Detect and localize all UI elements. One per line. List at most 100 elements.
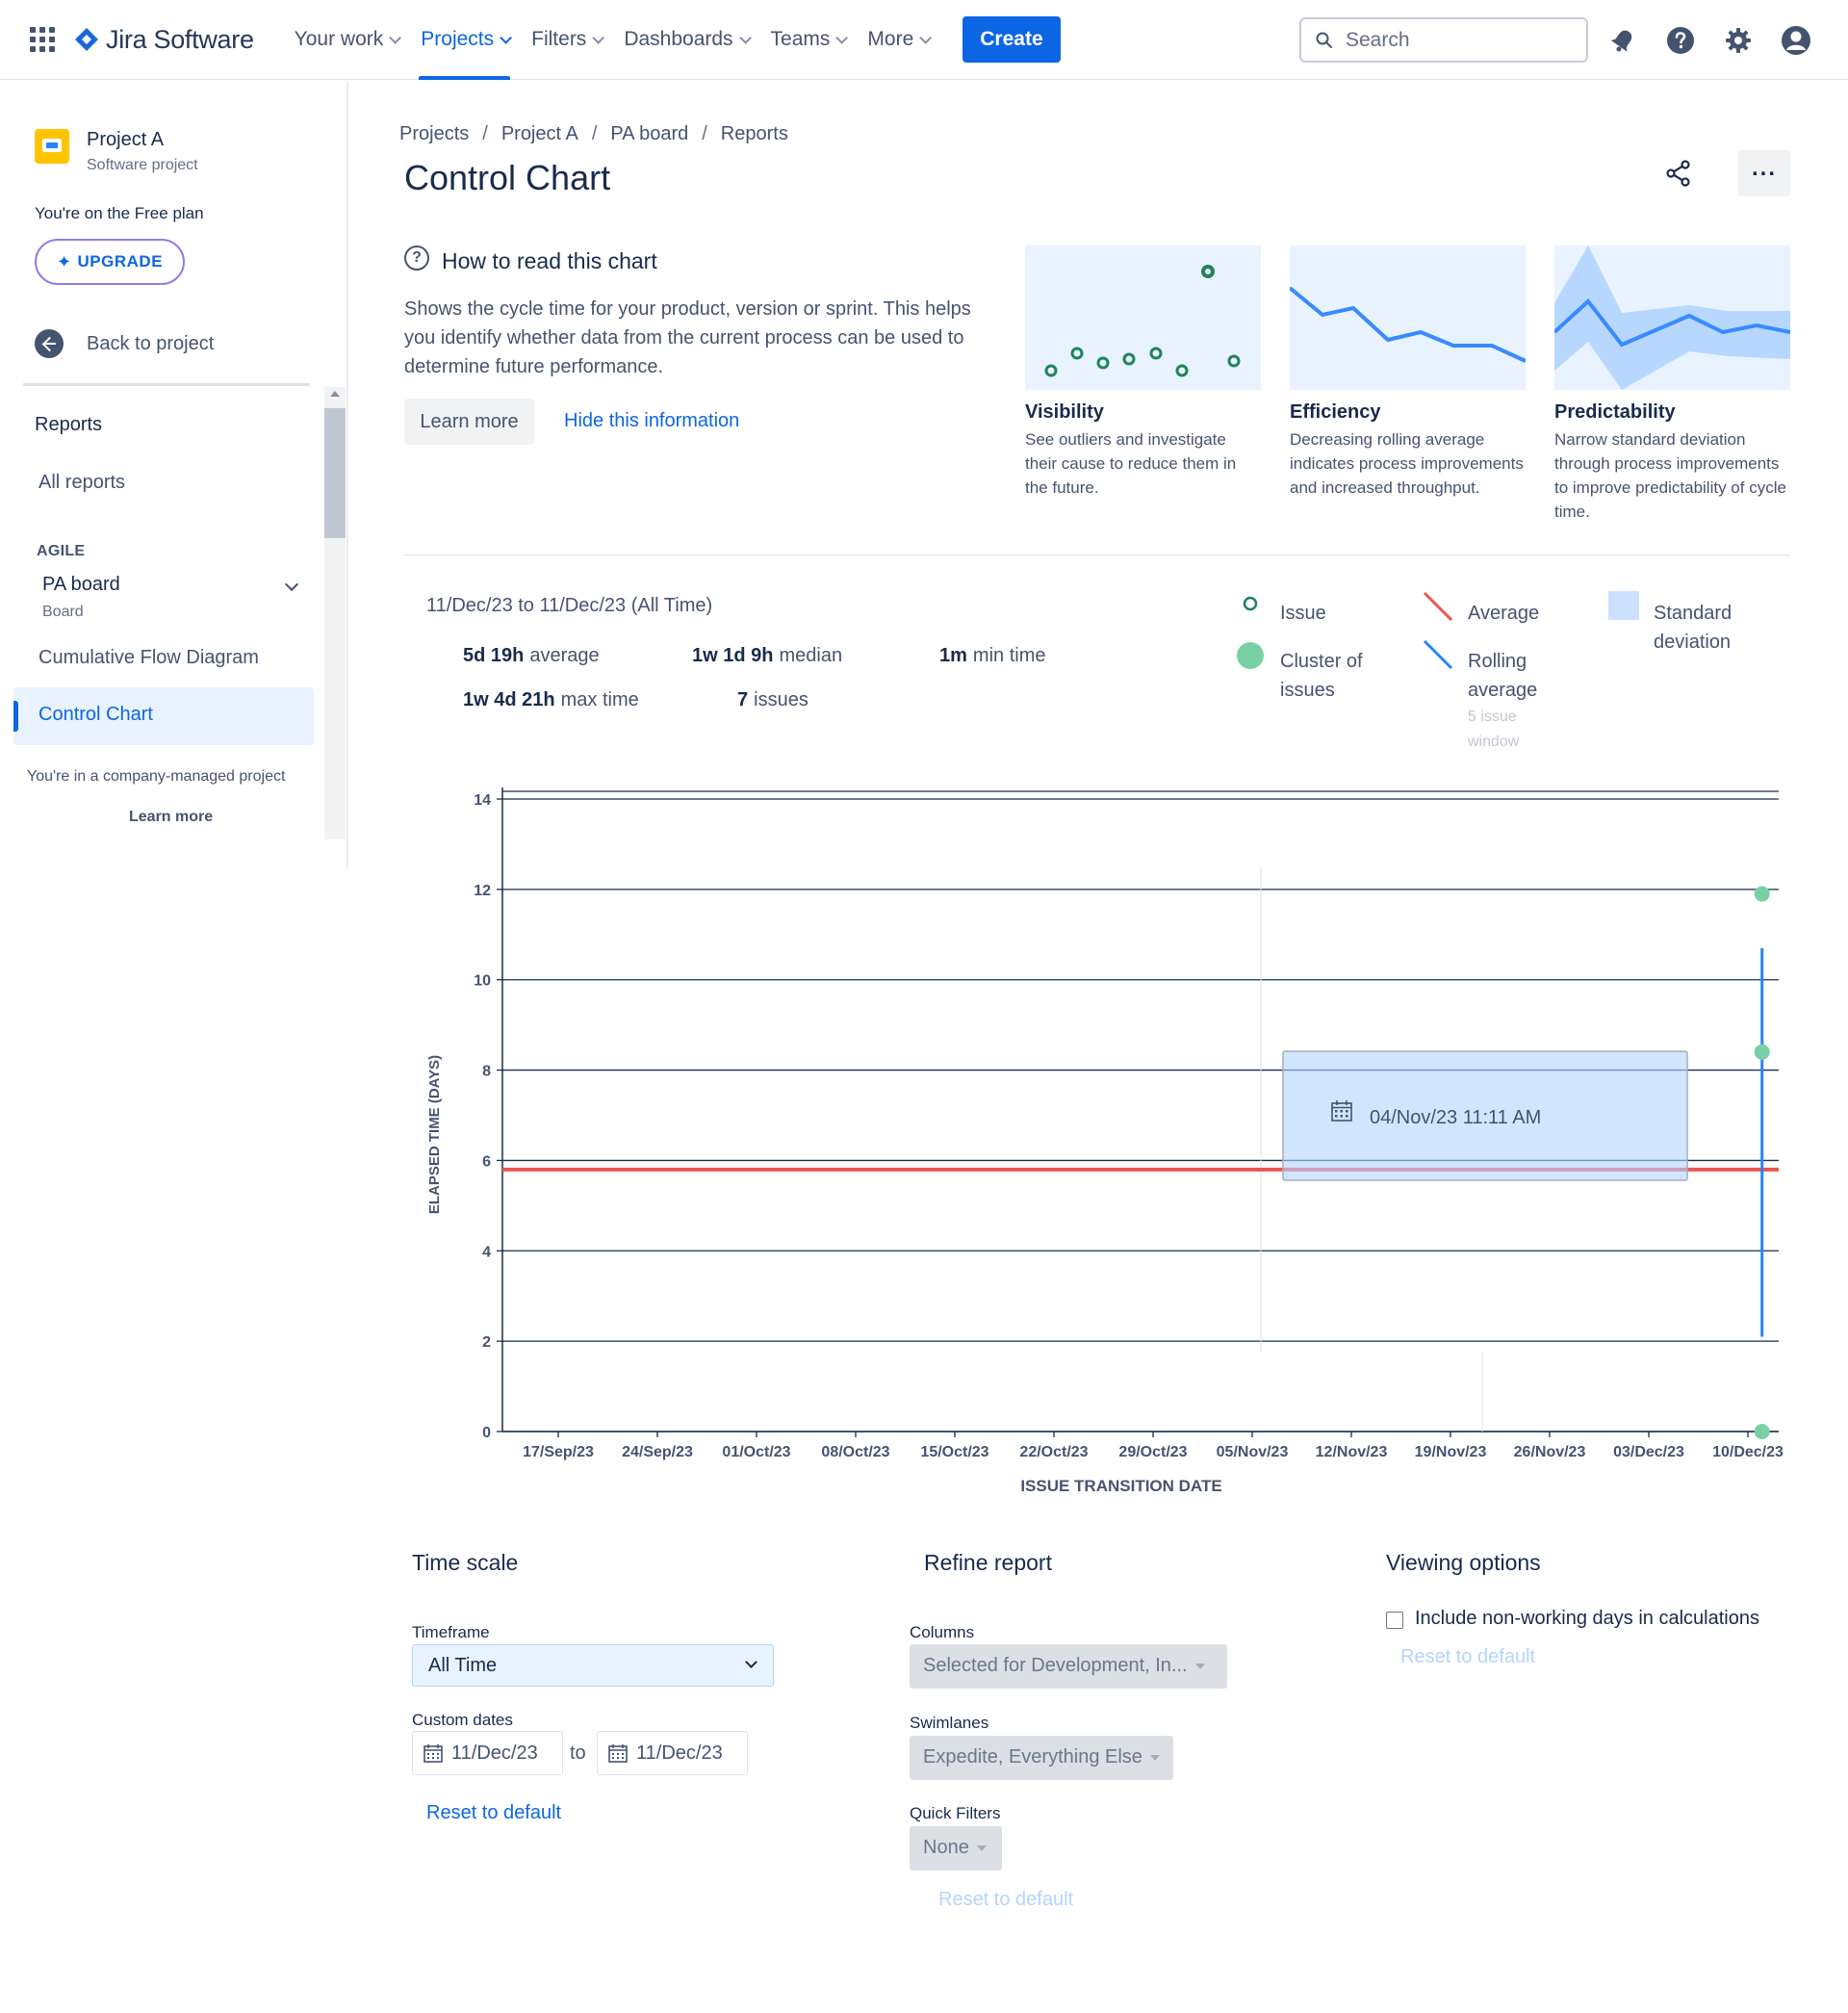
sidebar-item-cfd[interactable]: Cumulative Flow Diagram <box>38 647 259 669</box>
breadcrumb-board[interactable]: PA board <box>610 123 688 145</box>
non-working-days-checkbox[interactable] <box>1386 1612 1403 1629</box>
efficiency-illustration <box>1290 245 1526 390</box>
back-to-project[interactable]: Back to project <box>35 329 214 358</box>
notifications-button[interactable] <box>1602 19 1644 62</box>
search-input[interactable] <box>1346 28 1557 52</box>
date-to-value: 11/Dec/23 <box>636 1742 723 1764</box>
swimlanes-select[interactable]: Expedite, Everything Else <box>910 1736 1173 1780</box>
hide-info-link[interactable]: Hide this information <box>564 410 739 432</box>
quick-filters-select[interactable]: None <box>910 1826 1002 1871</box>
caret-down-icon <box>1194 1663 1205 1669</box>
breadcrumb-separator: / <box>482 123 488 144</box>
nav-dashboards[interactable]: Dashboards <box>612 0 758 80</box>
stat-value: 1w 1d 9h <box>692 645 774 666</box>
y-tick-label: 14 <box>474 792 491 809</box>
legend-rolling-line2: average <box>1468 680 1538 701</box>
nav-label: Filters <box>531 28 587 50</box>
calendar-icon <box>608 1744 628 1763</box>
nav-more[interactable]: More <box>856 0 939 80</box>
settings-icon <box>1726 28 1751 53</box>
share-button[interactable] <box>1659 154 1698 193</box>
issue-cluster-point <box>1754 1424 1770 1439</box>
card-title: Predictability <box>1554 401 1676 423</box>
sidebar-item-all-reports[interactable]: All reports <box>38 472 125 494</box>
chevron-down-icon <box>835 31 849 44</box>
board-selector[interactable]: PA board Board <box>42 574 302 621</box>
scroll-up-icon[interactable] <box>330 391 340 397</box>
swimlanes-value: Expedite, Everything Else <box>923 1746 1142 1768</box>
date-range-text: 11/Dec/23 to 11/Dec/23 (All Time) <box>426 595 713 616</box>
nav-projects[interactable]: Projects <box>409 0 520 80</box>
reset-time-scale-link[interactable]: Reset to default <box>426 1802 561 1824</box>
nav-your-work[interactable]: Your work <box>283 0 410 80</box>
project-avatar <box>35 129 69 164</box>
arrow-left-icon <box>35 329 64 358</box>
date-from-field[interactable]: 11/Dec/23 <box>412 1731 563 1775</box>
legend-average: Average <box>1468 603 1540 624</box>
issue-cluster-point <box>1754 1044 1770 1060</box>
search-box[interactable] <box>1299 17 1588 63</box>
breadcrumb-projects[interactable]: Projects <box>399 123 469 145</box>
info-card-efficiency: Efficiency Decreasing rolling average in… <box>1290 245 1526 500</box>
x-tick-label: 05/Nov/23 <box>1217 1444 1289 1460</box>
nav-teams[interactable]: Teams <box>759 0 857 80</box>
agile-heading: AGILE <box>37 543 86 559</box>
jira-logo[interactable]: Jira Software <box>73 25 254 55</box>
legend-std-icon <box>1608 591 1639 620</box>
reset-viewing-link[interactable]: Reset to default <box>1400 1646 1535 1668</box>
custom-dates-label: Custom dates <box>412 1711 513 1729</box>
breadcrumb-project[interactable]: Project A <box>501 123 578 145</box>
control-chart[interactable]: 0 2 4 6 8 10 12 14 17/Sep/23 24/Sep/23 01/Oct/23 08… <box>404 770 1800 1502</box>
howto-title: How to read this chart <box>442 248 657 273</box>
sidebar-learn-more[interactable]: Learn more <box>129 809 213 826</box>
upgrade-button[interactable]: ✦ UPGRADE <box>35 239 185 285</box>
legend-rolling-icon <box>1423 639 1453 670</box>
settings-button[interactable] <box>1717 19 1759 62</box>
scrollbar-thumb[interactable] <box>324 408 346 538</box>
create-button[interactable]: Create <box>962 16 1061 63</box>
project-name: Project A <box>87 129 165 150</box>
card-description: Decreasing rolling average indicates pro… <box>1290 430 1524 497</box>
profile-icon <box>1782 26 1810 55</box>
nav-filters[interactable]: Filters <box>520 0 612 80</box>
chevron-down-icon <box>745 1656 757 1668</box>
card-description: See outliers and investigate their cause… <box>1025 430 1237 497</box>
caret-down-icon <box>1149 1754 1160 1761</box>
app-switcher-icon[interactable] <box>29 26 56 53</box>
chevron-down-icon <box>592 31 605 44</box>
swimlanes-label: Swimlanes <box>910 1714 989 1732</box>
x-tick-label: 19/Nov/23 <box>1415 1444 1487 1460</box>
timeframe-select[interactable]: All Time <box>412 1644 774 1687</box>
y-tick-label: 4 <box>482 1244 491 1260</box>
more-actions-button[interactable]: ... <box>1738 150 1790 196</box>
stat-label: max time <box>560 689 639 710</box>
columns-value: Selected for Development, In... <box>923 1655 1188 1676</box>
tooltip-text: 04/Nov/23 11:11 AM <box>1370 1107 1541 1128</box>
stat-value: 1w 4d 21h <box>463 689 555 710</box>
project-header[interactable]: Project A Software project <box>35 129 198 174</box>
sidebar-item-control-chart[interactable]: Control Chart <box>13 687 314 745</box>
learn-more-button[interactable]: Learn more <box>404 399 534 445</box>
breadcrumb-reports[interactable]: Reports <box>721 123 788 145</box>
date-to-field[interactable]: 11/Dec/23 <box>597 1731 748 1775</box>
visibility-illustration <box>1025 245 1261 390</box>
legend-cluster-line1: Cluster of <box>1280 651 1363 672</box>
reset-refine-link[interactable]: Reset to default <box>938 1889 1073 1911</box>
help-button[interactable] <box>1659 19 1702 62</box>
stat-label: issues <box>754 689 808 710</box>
chevron-down-icon <box>500 31 513 44</box>
stat-min: 1m min time <box>939 645 1045 667</box>
columns-select[interactable]: Selected for Development, In... <box>910 1644 1227 1689</box>
control-chart-svg[interactable]: 0 2 4 6 8 10 12 14 17/Sep/23 24/Sep/23 01/Oct/23 08… <box>404 770 1800 1502</box>
profile-button[interactable] <box>1775 19 1817 62</box>
info-card-predictability: Predictability Narrow standard deviation… <box>1554 245 1790 524</box>
breadcrumb-separator: / <box>702 123 707 144</box>
nav-label: More <box>867 28 914 50</box>
chevron-down-icon <box>389 31 402 44</box>
stat-value: 1m <box>939 645 967 666</box>
x-tick-label: 29/Oct/23 <box>1118 1444 1187 1460</box>
reports-heading: Reports <box>35 414 103 435</box>
columns-label: Columns <box>910 1623 975 1641</box>
share-icon <box>1666 160 1690 187</box>
y-tick-label: 12 <box>474 883 491 899</box>
